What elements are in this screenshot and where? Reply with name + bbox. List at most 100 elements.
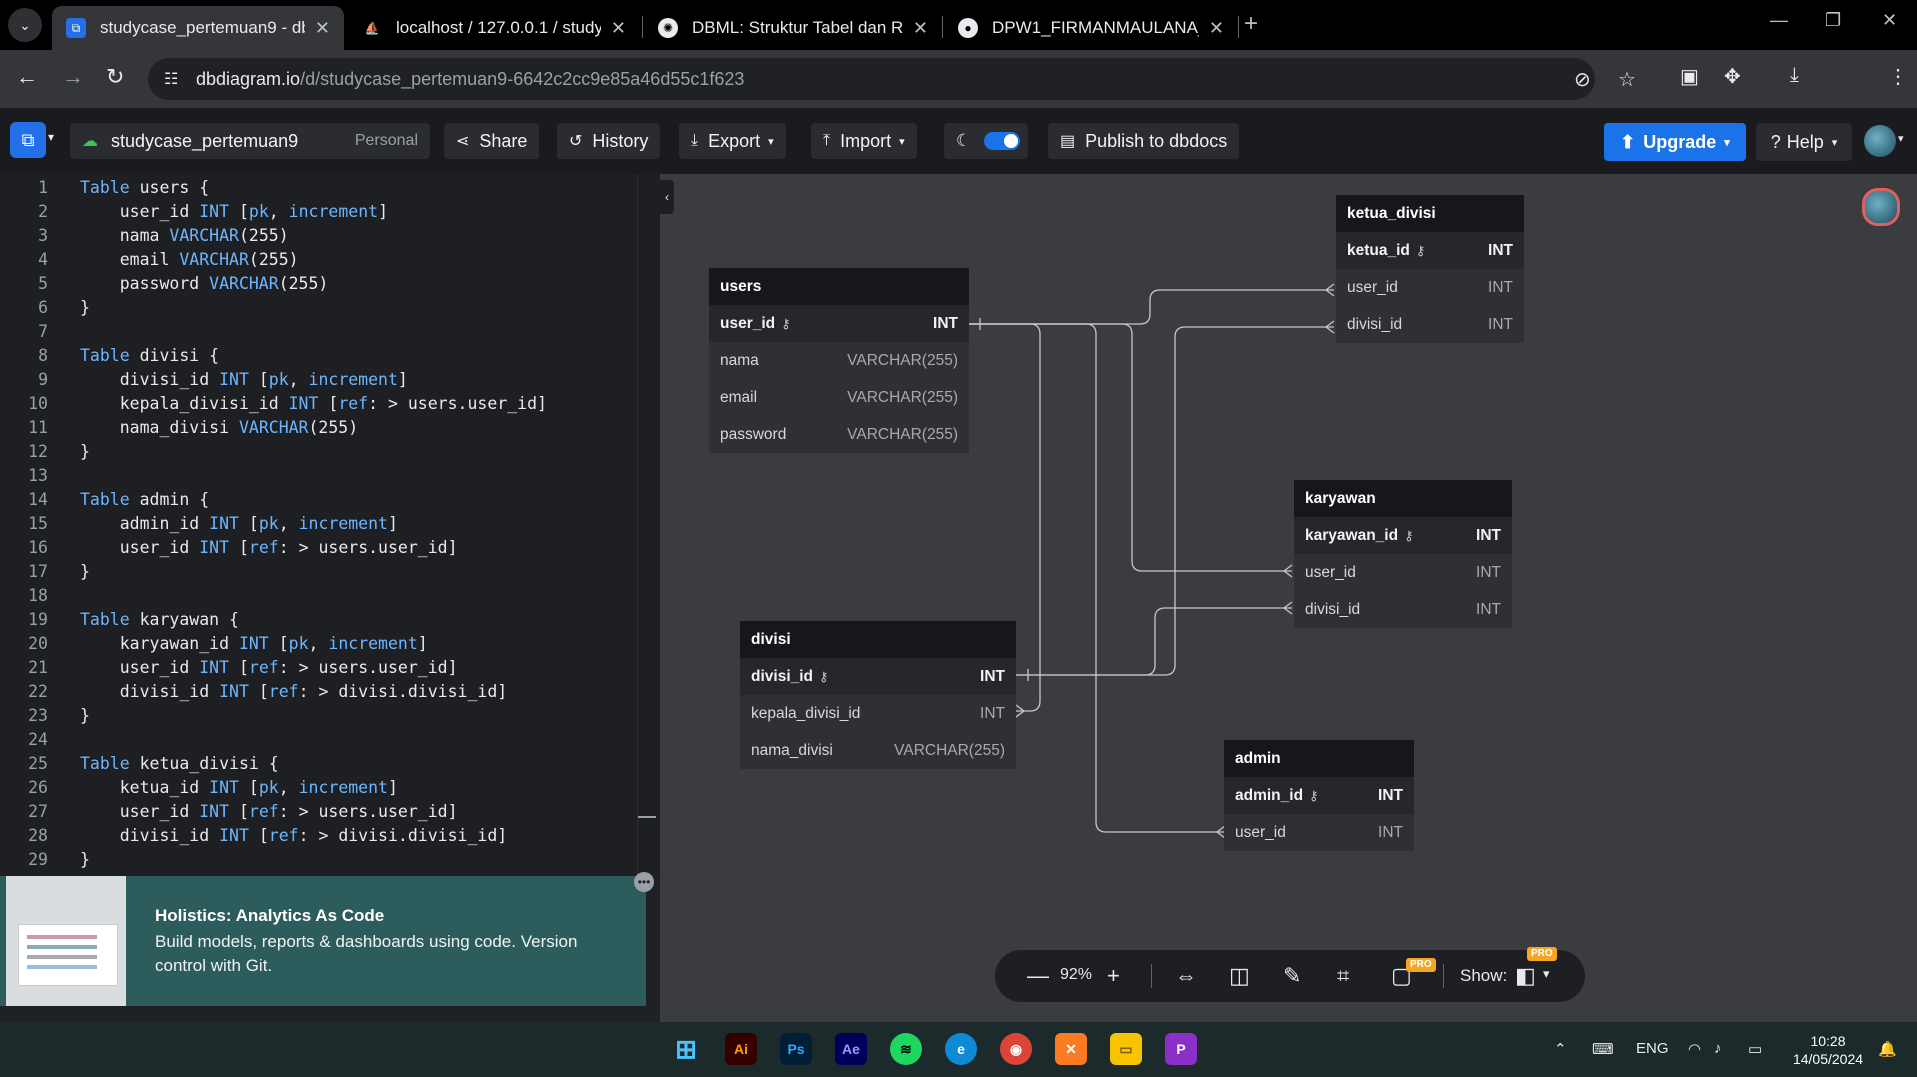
table-field-row[interactable]: kepala_divisi_id INT (740, 695, 1016, 732)
table-field-row[interactable]: user_id INT (1294, 554, 1512, 591)
code-line[interactable]: 10 kepala_divisi_id INT [ref: > users.us… (0, 392, 640, 416)
pdf-app-icon[interactable]: P (1165, 1033, 1197, 1065)
table-field-row[interactable]: karyawan_id ⚷ INT (1294, 517, 1512, 554)
code-line[interactable]: 17} (0, 560, 640, 584)
collaborator-avatar[interactable] (1862, 188, 1900, 226)
volume-icon[interactable]: ♪ (1714, 1040, 1722, 1057)
code-line[interactable]: 20 karyawan_id INT [pk, increment] (0, 632, 640, 656)
table-field-row[interactable]: divisi_id INT (1294, 591, 1512, 628)
bookmark-star-icon[interactable]: ☆ (1618, 67, 1636, 92)
help-button[interactable]: ? Help ▾ (1756, 123, 1852, 161)
frame-icon[interactable]: ⌗ (1337, 963, 1349, 989)
after-effects-icon[interactable]: Ae (835, 1033, 867, 1065)
new-tab-plus-icon[interactable]: + (1244, 10, 1258, 38)
auto-arrange-icon[interactable]: ◫ (1229, 963, 1250, 989)
code-line[interactable]: 18 (0, 584, 640, 608)
table-field-row[interactable]: divisi_id INT (1336, 306, 1524, 343)
zoom-in-icon[interactable]: + (1107, 963, 1120, 989)
tab-github[interactable]: ● DPW1_FIRMANMAULANA_221 ✕ (944, 6, 1238, 50)
keyboard-icon[interactable]: ⌨ (1592, 1040, 1614, 1058)
fit-to-screen-icon[interactable]: ⇔ (1175, 963, 1197, 989)
reload-icon[interactable]: ↻ (106, 64, 124, 90)
battery-icon[interactable]: ▭ (1748, 1040, 1762, 1058)
url-text[interactable]: dbdiagram.io/d/studycase_pertemuan9-6642… (196, 69, 744, 90)
tab-phpmyadmin[interactable]: ⛵ localhost / 127.0.0.1 / studycas ✕ (348, 6, 640, 50)
table-field-row[interactable]: user_id INT (1224, 814, 1414, 851)
dbdiagram-logo-icon[interactable]: ⧉ (10, 122, 46, 158)
upgrade-button[interactable]: ⬆ Upgrade ▾ (1604, 123, 1746, 161)
code-line[interactable]: 9 divisi_id INT [pk, increment] (0, 368, 640, 392)
code-line[interactable]: 4 email VARCHAR(255) (0, 248, 640, 272)
back-arrow-icon[interactable]: ← (16, 64, 38, 90)
download-icon[interactable]: ⤓ (1790, 64, 1799, 87)
export-button[interactable]: ⤓ Export ▾ (679, 123, 786, 159)
holistics-ad-banner[interactable]: Holistics: Analytics As Code Build model… (0, 872, 654, 1006)
notification-bell-icon[interactable]: 🔔 (1878, 1040, 1897, 1058)
table-header[interactable]: divisi (740, 621, 1016, 658)
table-field-row[interactable]: nama VARCHAR(255) (709, 342, 969, 379)
code-line[interactable]: 14 Table admin { (0, 488, 640, 512)
window-close-icon[interactable]: ✕ (1882, 10, 1897, 31)
table-header[interactable]: users (709, 268, 969, 305)
table-field-row[interactable]: nama_divisi VARCHAR(255) (740, 732, 1016, 769)
photoshop-icon[interactable]: Ps (780, 1033, 812, 1065)
tray-overflow-icon[interactable]: ⌃ (1554, 1040, 1567, 1058)
puzzle-extensions-icon[interactable]: ✥ (1724, 64, 1741, 89)
chrome-icon[interactable]: ◉ (1000, 1033, 1032, 1065)
history-button[interactable]: ↺ History (557, 123, 661, 159)
code-line[interactable]: 3 nama VARCHAR(255) (0, 224, 640, 248)
code-line[interactable]: 28 divisi_id INT [ref: > divisi.divisi_i… (0, 824, 640, 848)
site-info-icon[interactable]: ☷ (164, 69, 178, 89)
code-line[interactable]: 26 ketua_id INT [pk, increment] (0, 776, 640, 800)
restore-icon[interactable]: ❐ (1825, 10, 1841, 31)
code-line[interactable]: 16 user_id INT [ref: > users.user_id] (0, 536, 640, 560)
publish-button[interactable]: ▤ Publish to dbdocs (1048, 123, 1240, 159)
collapse-panel-icon[interactable]: ‹ (660, 180, 674, 214)
table-header[interactable]: ketua_divisi (1336, 195, 1524, 232)
table-divisi[interactable]: divisi divisi_id ⚷ INT kepala_divisi_id INT na… (740, 621, 1016, 769)
table-field-row[interactable]: divisi_id ⚷ INT (740, 658, 1016, 695)
table-field-row[interactable]: user_id INT (1336, 269, 1524, 306)
extension-icon[interactable]: ▣ (1680, 64, 1699, 89)
system-clock[interactable]: 10:28 14/05/2024 (1788, 1032, 1868, 1068)
table-header[interactable]: karyawan (1294, 480, 1512, 517)
project-name-field[interactable]: ☁ studycase_pertemuan9 Personal (70, 123, 430, 159)
dbml-code-editor[interactable]: 1 Table users {2 user_id INT [pk, increme… (0, 174, 660, 876)
code-line[interactable]: 2 user_id INT [pk, increment] (0, 200, 640, 224)
code-line[interactable]: 29} (0, 848, 640, 872)
code-line[interactable]: 22 divisi_id INT [ref: > divisi.divisi_i… (0, 680, 640, 704)
user-avatar[interactable] (1864, 125, 1896, 157)
close-tab-icon[interactable]: ✕ (1209, 18, 1224, 39)
show-layout-icon[interactable]: ◧ (1515, 963, 1536, 989)
code-line[interactable]: 12} (0, 440, 640, 464)
share-button[interactable]: ⋖ Share (444, 123, 540, 159)
table-ketua-divisi[interactable]: ketua_divisi ketua_id ⚷ INT user_id INT divisi… (1336, 195, 1524, 343)
table-admin[interactable]: admin admin_id ⚷ INT user_id INT (1224, 740, 1414, 851)
zoom-out-icon[interactable]: — (1027, 963, 1049, 989)
code-line[interactable]: 27 user_id INT [ref: > users.user_id] (0, 800, 640, 824)
ad-title[interactable]: Holistics: Analytics As Code (155, 906, 384, 926)
wifi-icon[interactable]: ◠ (1688, 1040, 1701, 1058)
code-line[interactable]: 1 Table users { (0, 176, 640, 200)
close-tab-icon[interactable]: ✕ (315, 18, 330, 39)
xampp-icon[interactable]: ✕ (1055, 1033, 1087, 1065)
close-tab-icon[interactable]: ✕ (913, 18, 928, 39)
table-karyawan[interactable]: karyawan karyawan_id ⚷ INT user_id INT divisi_… (1294, 480, 1512, 628)
code-line[interactable]: 8 Table divisi { (0, 344, 640, 368)
code-line[interactable]: 24 (0, 728, 640, 752)
tab-dbdiagram[interactable]: ⧉ studycase_pertemuan9 - dbdia ✕ (52, 6, 344, 50)
code-line[interactable]: 11 nama_divisi VARCHAR(255) (0, 416, 640, 440)
code-line[interactable]: 19 Table karyawan { (0, 608, 640, 632)
table-field-row[interactable]: admin_id ⚷ INT (1224, 777, 1414, 814)
tab-search-button[interactable]: ⌄ (8, 8, 42, 42)
forward-arrow-icon[interactable]: → (62, 64, 84, 90)
chevron-down-icon[interactable]: ▾ (48, 130, 54, 144)
address-bar[interactable]: ☷ dbdiagram.io/d/studycase_pertemuan9-66… (148, 58, 1636, 100)
editor-scrollbar[interactable] (637, 174, 660, 876)
toggle-switch[interactable] (984, 132, 1020, 150)
eye-off-icon[interactable]: ⊘ (1574, 67, 1591, 92)
table-header[interactable]: admin (1224, 740, 1414, 777)
highlight-pen-icon[interactable]: ✎ (1283, 963, 1301, 989)
table-field-row[interactable]: ketua_id ⚷ INT (1336, 232, 1524, 269)
dark-mode-toggle[interactable]: ☾ (944, 123, 1028, 159)
